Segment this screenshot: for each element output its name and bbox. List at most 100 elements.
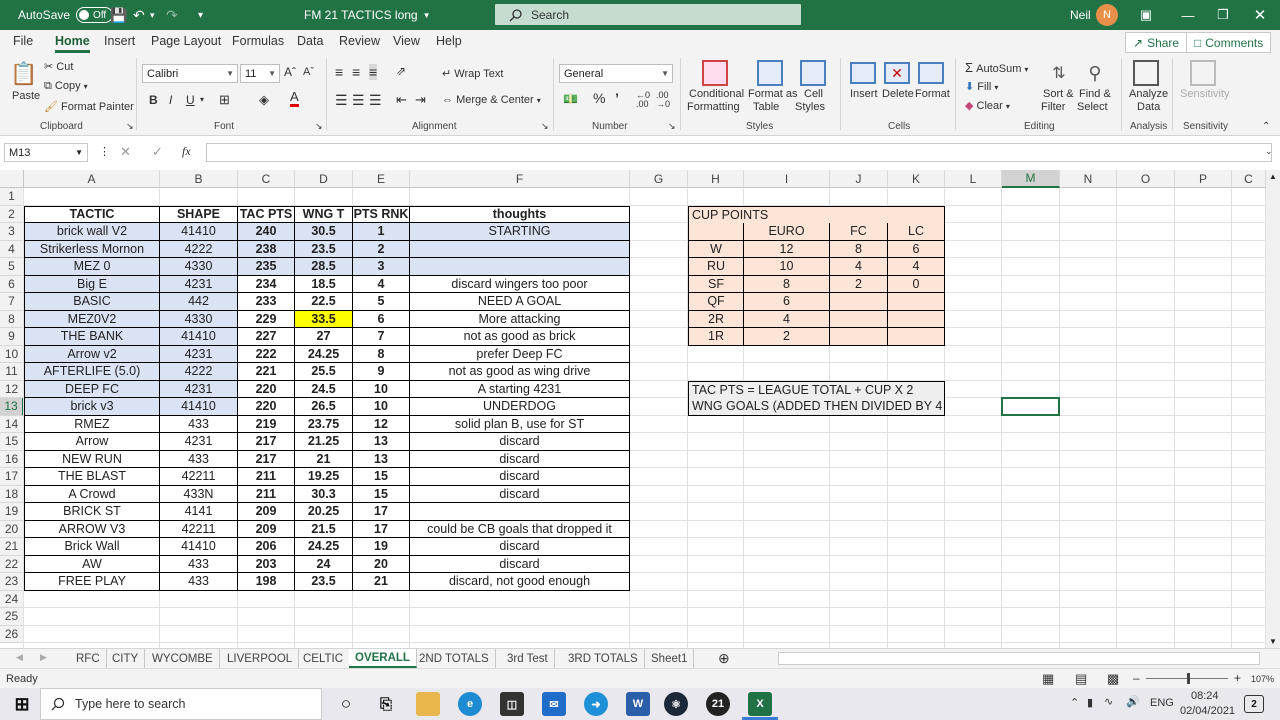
row-header[interactable]: 12	[0, 380, 24, 398]
tab-insert[interactable]: Insert	[104, 34, 135, 48]
cup-cell[interactable]	[888, 293, 945, 311]
row-header[interactable]: 20	[0, 520, 24, 538]
table-cell[interactable]: A Crowd	[24, 485, 160, 503]
column-header[interactable]: I	[744, 170, 830, 188]
table-cell[interactable]: 4231	[160, 433, 238, 451]
table-cell[interactable]: A starting 4231	[410, 380, 630, 398]
row-header[interactable]: 5	[0, 258, 24, 276]
cup-cell[interactable]: 4	[744, 310, 830, 328]
cell-styles-label2[interactable]: Styles	[795, 101, 825, 113]
table-cell[interactable]: 12	[353, 415, 410, 433]
table-cell[interactable]: NEW RUN	[24, 450, 160, 468]
table-cell[interactable]: 10	[353, 380, 410, 398]
table-cell[interactable]: 41410	[160, 538, 238, 556]
accounting-icon[interactable]: 💵	[563, 92, 578, 106]
note-cell[interactable]: TAC PTS = LEAGUE TOTAL + CUP X 2	[688, 380, 945, 398]
row-header[interactable]: 26	[0, 625, 24, 643]
table-cell[interactable]: 4231	[160, 380, 238, 398]
font-size-combo[interactable]: 11 ▼	[240, 64, 280, 83]
clock-time[interactable]: 08:24	[1191, 690, 1219, 702]
zoom-in-icon[interactable]: +	[1234, 671, 1241, 685]
vertical-scrollbar[interactable]: ▲ ▼	[1266, 170, 1280, 648]
column-header[interactable]: F	[410, 170, 630, 188]
sort-filter-icon[interactable]: ⇅	[1046, 60, 1072, 86]
table-cell[interactable]: BRICK ST	[24, 503, 160, 521]
table-cell[interactable]: 206	[238, 538, 295, 556]
table-cell[interactable]: 41410	[160, 223, 238, 241]
table-cell[interactable]: discard	[410, 485, 630, 503]
table-cell[interactable]: not as good as wing drive	[410, 363, 630, 381]
table-cell[interactable]: 23.5	[295, 573, 353, 591]
table-cell[interactable]: AFTERLIFE (5.0)	[24, 363, 160, 381]
column-header[interactable]: H	[688, 170, 744, 188]
align-bottom-icon[interactable]: ≡	[369, 64, 378, 80]
column-header[interactable]: C	[1232, 170, 1266, 188]
table-cell[interactable]: 41410	[160, 328, 238, 346]
cup-cell[interactable]: 4	[888, 258, 945, 276]
table-cell[interactable]: 221	[238, 363, 295, 381]
header-tactic[interactable]: TACTIC	[24, 205, 160, 223]
row-header[interactable]: 13	[0, 398, 24, 416]
sheet-tab[interactable]: CELTIC	[297, 649, 351, 668]
row-header[interactable]: 3	[0, 223, 24, 241]
table-cell[interactable]: 220	[238, 398, 295, 416]
table-cell[interactable]: FREE PLAY	[24, 573, 160, 591]
conditional-formatting-label1[interactable]: Conditional	[689, 88, 744, 100]
table-cell[interactable]: RMEZ	[24, 415, 160, 433]
row-header[interactable]: 19	[0, 503, 24, 521]
cup-cell[interactable]	[888, 310, 945, 328]
file-title[interactable]: FM 21 TACTICS long ▼	[304, 0, 431, 30]
table-cell[interactable]: 26.5	[295, 398, 353, 416]
table-cell[interactable]: 209	[238, 503, 295, 521]
merge-center-button[interactable]: ⇔ Merge & Center ▾	[442, 94, 541, 106]
launcher-icon[interactable]: ↘	[541, 121, 549, 132]
launcher-icon[interactable]: ↘	[668, 121, 676, 132]
cell-styles-label1[interactable]: Cell	[804, 88, 823, 100]
insert-label[interactable]: Insert	[850, 88, 878, 100]
undo-dropdown-icon[interactable]: ▾	[150, 0, 155, 30]
row-header[interactable]: 1	[0, 188, 24, 206]
cup-cell[interactable]	[830, 293, 888, 311]
analyze-data-icon[interactable]	[1133, 60, 1159, 86]
table-cell[interactable]: 203	[238, 555, 295, 573]
word-icon[interactable]: W	[626, 692, 650, 716]
table-cell[interactable]: 4330	[160, 258, 238, 276]
windows-start-icon[interactable]: ⊞	[10, 692, 34, 716]
next-sheet-icon[interactable]: ▶	[40, 652, 47, 663]
tab-page-layout[interactable]: Page Layout	[151, 34, 221, 48]
notifications-icon[interactable]: 2	[1244, 695, 1264, 713]
row-header[interactable]: 4	[0, 240, 24, 258]
table-cell[interactable]: 21.25	[295, 433, 353, 451]
table-cell[interactable]: 24	[295, 555, 353, 573]
format-as-table-icon[interactable]	[757, 60, 783, 86]
cup-cell[interactable]: 12	[744, 240, 830, 258]
sheet-tab[interactable]: RFC	[70, 649, 107, 668]
cup-cell[interactable]: 0	[888, 275, 945, 293]
table-cell[interactable]: 21.5	[295, 520, 353, 538]
sheet-tab[interactable]: 2ND TOTALS	[413, 649, 496, 668]
table-cell[interactable]: 20	[353, 555, 410, 573]
table-cell[interactable]: 17	[353, 503, 410, 521]
cup-cell[interactable]: 2R	[688, 310, 744, 328]
table-cell[interactable]: 22.5	[295, 293, 353, 311]
table-cell[interactable]: 24.25	[295, 345, 353, 363]
borders-icon[interactable]: ⊞	[219, 92, 230, 108]
table-cell[interactable]: discard wingers too poor	[410, 275, 630, 293]
table-cell[interactable]: brick v3	[24, 398, 160, 416]
cup-cell[interactable]	[830, 328, 888, 346]
comments-button[interactable]: □ Comments	[1186, 32, 1272, 53]
table-cell[interactable]: not as good as brick	[410, 328, 630, 346]
table-cell[interactable]: DEEP FC	[24, 380, 160, 398]
table-cell[interactable]: discard	[410, 433, 630, 451]
table-cell[interactable]: discard, not good enough	[410, 573, 630, 591]
tray-chevron-icon[interactable]: ⌃	[1070, 696, 1079, 709]
fill-button[interactable]: ⬇ Fill ▾	[965, 80, 998, 93]
cup-cell[interactable]	[830, 310, 888, 328]
sheet-tab[interactable]: LIVERPOOL	[221, 649, 300, 668]
insert-function-icon[interactable]: fx	[182, 144, 191, 159]
align-top-icon[interactable]: ≡	[335, 64, 343, 80]
sort-label1[interactable]: Sort &	[1043, 88, 1074, 100]
table-cell[interactable]: Brick Wall	[24, 538, 160, 556]
cell-styles-icon[interactable]	[800, 60, 826, 86]
shrink-font-icon[interactable]: Aˇ	[303, 66, 314, 78]
